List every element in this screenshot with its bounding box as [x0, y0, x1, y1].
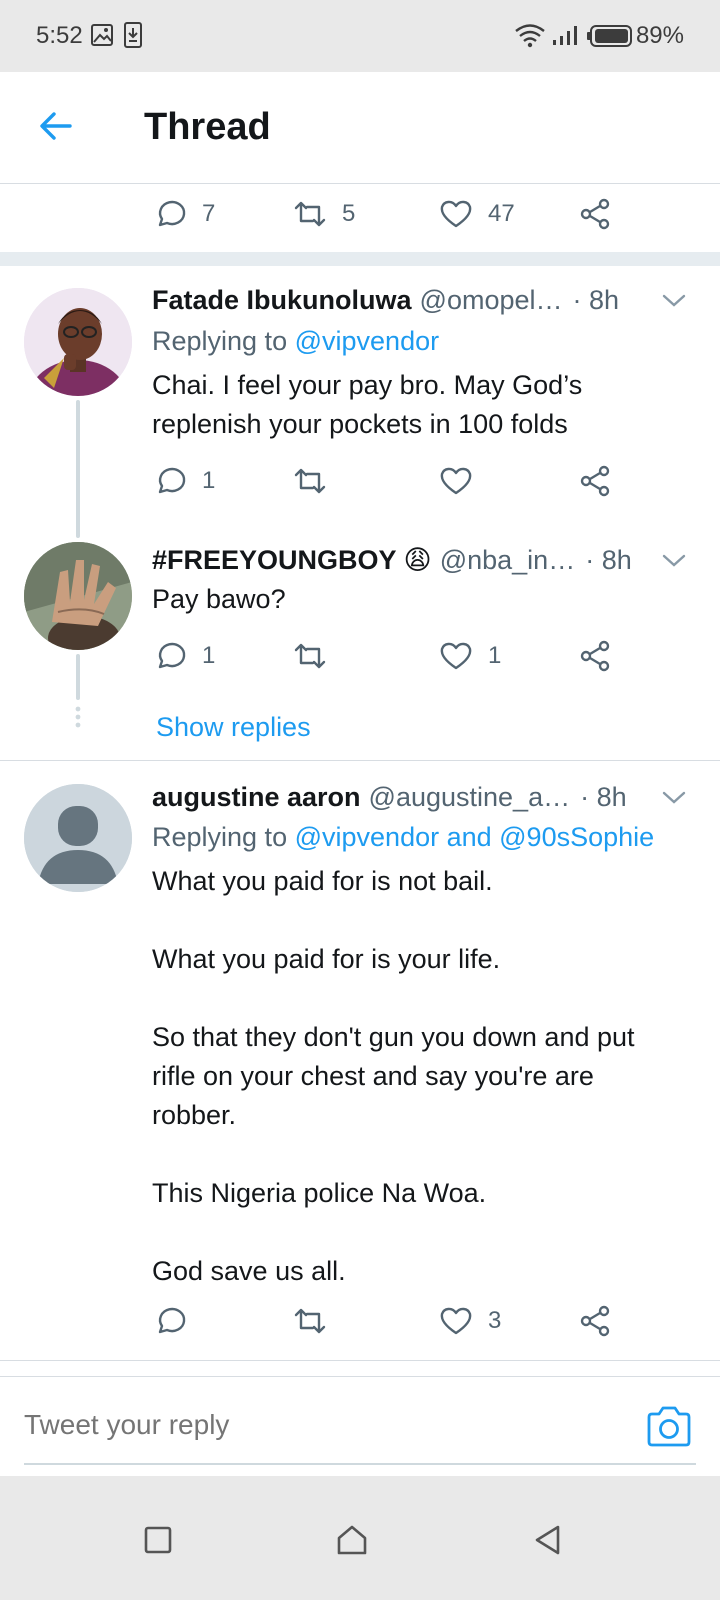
user-photo [24, 288, 132, 396]
like-button[interactable]: 3 [438, 1301, 501, 1341]
tweet-header: #FREEYOUNGBOY 😩 @nba_in… · 8h [152, 542, 692, 578]
chevron-down-icon[interactable] [660, 783, 688, 811]
tweet-actions: 3 [152, 1301, 652, 1341]
download-icon [124, 22, 142, 48]
tweet-header: Fatade Ibukunoluwa @omopel… · 8h [152, 282, 692, 318]
main-tweet-actions: 7 5 47 [152, 194, 652, 234]
retweet-icon [294, 468, 326, 494]
tweet-text: Chai. I feel your pay bro. May God’s rep… [152, 370, 583, 439]
show-replies-link[interactable]: Show replies [156, 712, 311, 743]
retweet-button[interactable] [292, 636, 328, 676]
reply-icon [158, 1307, 186, 1334]
like-button[interactable] [438, 461, 474, 501]
like-button[interactable]: 47 [438, 194, 515, 234]
heart-icon [440, 467, 472, 495]
battery-percent: 89% [635, 22, 684, 49]
replying-label: Replying to [152, 326, 288, 356]
reply-count: 1 [202, 467, 216, 494]
tweet-header: augustine aaron @augustine_a… · 8h [152, 779, 692, 815]
share-icon [580, 640, 610, 672]
mention-link[interactable]: @vipvendor and @90sSophie [295, 822, 655, 852]
reply-icon [158, 200, 186, 227]
default-avatar-icon [24, 784, 132, 892]
retweet-icon [294, 643, 326, 669]
user-handle[interactable]: @nba_in… [440, 545, 576, 576]
heart-icon [440, 642, 472, 670]
reply-icon [158, 467, 186, 494]
heart-icon [440, 200, 472, 228]
thread-line [76, 400, 80, 538]
tweet-text: Pay bawo? [152, 584, 286, 614]
display-name[interactable]: #FREEYOUNGBOY 😩 [152, 545, 432, 576]
retweet-count: 5 [342, 200, 356, 227]
camera-icon[interactable] [646, 1405, 692, 1447]
more-replies-dots [75, 706, 81, 728]
signal-icon [553, 26, 577, 45]
user-handle[interactable]: @omopel… [420, 285, 563, 316]
share-button[interactable] [578, 1301, 614, 1341]
replying-to-line: Replying to @vipvendor and @90sSophie [152, 822, 654, 853]
share-button[interactable] [578, 194, 614, 234]
status-bar: 5:52 89% [0, 0, 720, 72]
display-name[interactable]: Fatade Ibukunoluwa [152, 285, 412, 316]
avatar[interactable] [24, 542, 132, 650]
reply-button[interactable]: 1 [152, 461, 215, 501]
divider [0, 760, 720, 761]
display-name[interactable]: augustine aaron [152, 782, 361, 813]
reply-count: 1 [202, 642, 216, 669]
tweet-time: · 8h [572, 284, 620, 315]
input-underline [24, 1463, 696, 1465]
retweet-button[interactable] [292, 1301, 328, 1341]
tweet-actions: 1 1 [152, 636, 652, 676]
back-arrow-icon[interactable] [36, 106, 76, 146]
share-icon [580, 1305, 610, 1337]
reply-input[interactable] [24, 1409, 604, 1441]
tweet-time: · 8h [580, 781, 627, 812]
status-time: 5:52 [36, 22, 83, 49]
reply-icon [158, 642, 186, 669]
share-button[interactable] [578, 636, 614, 676]
like-count: 1 [488, 642, 502, 669]
share-icon [580, 198, 610, 230]
like-count: 3 [488, 1307, 502, 1334]
avatar[interactable] [24, 784, 132, 892]
chevron-down-icon[interactable] [660, 286, 688, 314]
reply-button[interactable] [152, 1301, 188, 1341]
reply-button[interactable]: 1 [152, 636, 215, 676]
thread-line [76, 654, 80, 700]
thread-header: Thread [0, 72, 720, 184]
share-icon [580, 465, 610, 497]
tweet-text: What you paid for is not bail. What you … [152, 866, 635, 1286]
reply-button[interactable]: 7 [152, 194, 215, 234]
like-button[interactable]: 1 [438, 636, 501, 676]
wifi-icon [515, 24, 545, 48]
mention-link[interactable]: @vipvendor [295, 326, 439, 356]
tweet-actions: 1 [152, 461, 652, 501]
share-button[interactable] [578, 461, 614, 501]
page-title: Thread [144, 106, 271, 148]
home-icon[interactable] [334, 1522, 370, 1558]
replying-label: Replying to [152, 822, 288, 852]
section-divider [0, 252, 720, 266]
retweet-button[interactable]: 5 [292, 194, 355, 234]
battery-icon [587, 25, 632, 47]
heart-icon [440, 1307, 472, 1335]
reply-composer [0, 1376, 720, 1476]
back-triangle-icon[interactable] [530, 1522, 566, 1558]
like-count: 47 [488, 200, 515, 227]
avatar[interactable] [24, 288, 132, 396]
tweet-time: · 8h [585, 544, 632, 575]
recents-icon[interactable] [140, 1522, 176, 1558]
reply-count: 7 [202, 200, 216, 227]
chevron-down-icon[interactable] [660, 546, 688, 574]
user-photo [24, 542, 132, 650]
user-handle[interactable]: @augustine_a… [369, 782, 571, 813]
retweet-icon [294, 201, 326, 227]
divider [0, 1360, 720, 1361]
system-nav-bar [0, 1476, 720, 1600]
replying-to-line: Replying to @vipvendor [152, 326, 439, 357]
retweet-button[interactable] [292, 461, 328, 501]
retweet-icon [294, 1308, 326, 1334]
image-icon [91, 24, 113, 46]
